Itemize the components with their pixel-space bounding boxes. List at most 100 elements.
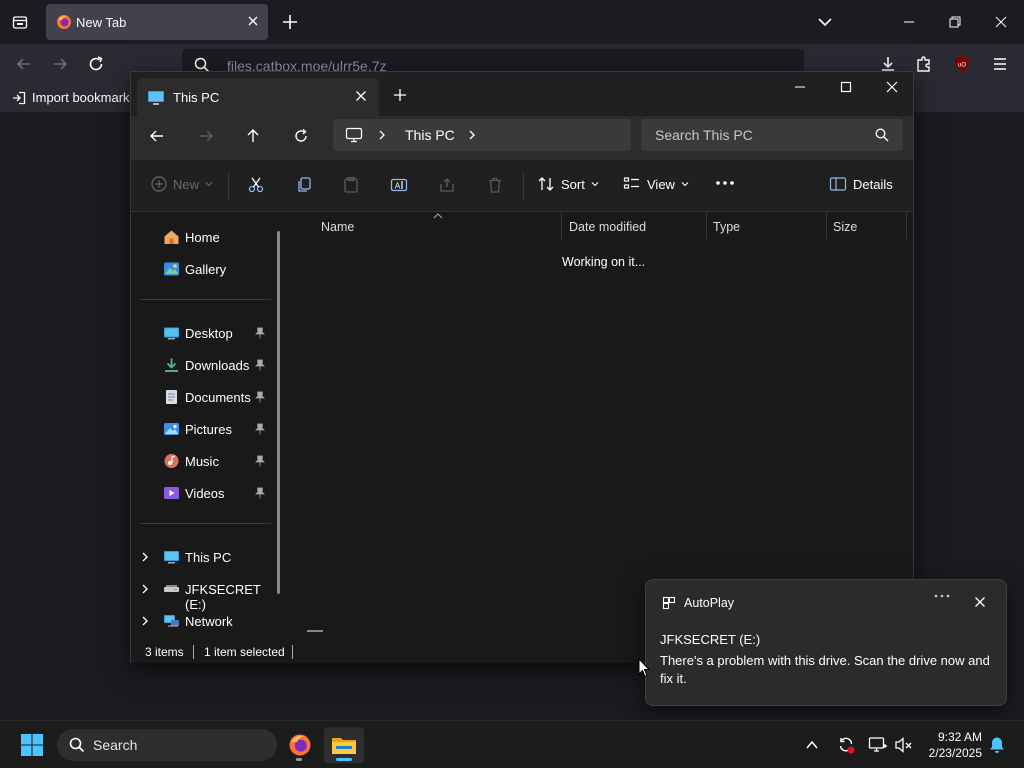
nav-item-label: Downloads [185, 358, 250, 373]
breadcrumb[interactable]: This PC [333, 119, 631, 151]
mouse-cursor-icon [638, 658, 650, 678]
autoplay-icon [662, 596, 676, 610]
nav-scrollbar[interactable] [277, 231, 280, 594]
column-header-size[interactable]: Size [833, 213, 857, 241]
column-header-date-modified[interactable]: Date modified [569, 213, 646, 241]
nav-item-videos[interactable]: Videos [131, 479, 281, 507]
horizontal-scrollbar[interactable] [307, 630, 323, 632]
column-divider[interactable] [561, 213, 562, 239]
start-button[interactable] [20, 733, 44, 757]
drive-icon [163, 581, 180, 597]
explorer-maximize-button[interactable] [823, 72, 869, 102]
back-button[interactable] [14, 54, 34, 74]
sort-label: Sort [561, 176, 585, 192]
close-icon[interactable] [355, 90, 367, 102]
share-button[interactable] [438, 176, 456, 194]
app-menu-button[interactable] [990, 54, 1010, 74]
explorer-close-button[interactable] [869, 72, 915, 102]
nav-item-jfksecret-drive[interactable]: JFKSECRET (E:) [131, 575, 281, 612]
firefox-view-icon [12, 16, 28, 29]
file-list-view: Name Date modified Type Size Working on … [289, 213, 913, 641]
search-icon [69, 737, 85, 753]
notification-close-button[interactable] [974, 596, 986, 608]
ublock-origin-button[interactable]: uO [952, 54, 972, 74]
network-icon [163, 613, 180, 629]
volume-muted-icon [895, 737, 912, 753]
extensions-button[interactable] [914, 54, 934, 74]
forward-button[interactable] [50, 54, 70, 74]
import-bookmarks-button[interactable]: Import bookmarks... [12, 90, 147, 105]
nav-item-label: Network [185, 614, 233, 629]
sync-status-button[interactable] [836, 735, 856, 755]
nav-item-label: Documents [185, 390, 251, 405]
rename-button[interactable]: A [390, 176, 408, 194]
taskbar-search-placeholder: Search [93, 737, 138, 753]
reload-button[interactable] [86, 54, 106, 74]
browser-restore-button[interactable] [932, 0, 978, 44]
explorer-title-bar: This PC [131, 72, 913, 116]
volume-button[interactable] [894, 735, 914, 755]
copy-button[interactable] [295, 176, 313, 194]
explorer-new-tab-button[interactable] [393, 88, 407, 102]
nav-item-home[interactable]: Home [131, 223, 281, 251]
column-divider[interactable] [706, 213, 707, 239]
taskbar-clock[interactable]: 9:32 AM 2/23/2025 [918, 729, 982, 761]
explorer-search-input[interactable]: Search This PC [641, 119, 903, 151]
nav-item-music[interactable]: Music [131, 447, 281, 475]
explorer-minimize-button[interactable] [777, 72, 823, 102]
new-button[interactable]: New [151, 176, 213, 192]
explorer-refresh-button[interactable] [293, 128, 309, 144]
pin-icon [255, 327, 265, 339]
notifications-button[interactable] [988, 736, 1006, 754]
firefox-view-button[interactable] [6, 8, 34, 36]
chevron-right-icon[interactable] [377, 129, 387, 141]
notification-more-button[interactable] [934, 594, 950, 598]
chevron-right-icon[interactable] [467, 129, 477, 141]
column-divider[interactable] [906, 213, 907, 239]
explorer-forward-button[interactable] [198, 128, 214, 144]
sort-button[interactable]: Sort [537, 176, 599, 192]
cut-button[interactable] [247, 176, 265, 194]
svg-text:uO: uO [958, 63, 966, 69]
nav-item-network[interactable]: Network [131, 607, 281, 635]
details-pane-button[interactable]: Details [829, 176, 893, 192]
chevron-right-icon[interactable] [141, 616, 149, 626]
chevron-right-icon[interactable] [141, 552, 149, 562]
paste-button[interactable] [342, 176, 360, 194]
nav-item-this-pc[interactable]: This PC [131, 543, 281, 571]
new-tab-button[interactable] [278, 10, 302, 34]
nav-item-desktop[interactable]: Desktop [131, 319, 281, 347]
browser-minimize-button[interactable] [886, 0, 932, 44]
nav-item-documents[interactable]: Documents [131, 383, 281, 411]
explorer-tab-this-pc[interactable]: This PC [137, 78, 379, 116]
view-button[interactable]: View [623, 176, 689, 192]
close-icon[interactable] [246, 14, 260, 28]
nav-item-gallery[interactable]: Gallery [131, 255, 281, 283]
autoplay-notification[interactable]: AutoPlay JFKSECRET (E:) There's a proble… [645, 579, 1007, 706]
column-divider[interactable] [826, 213, 827, 239]
pin-icon [255, 455, 265, 467]
browser-tab-new-tab[interactable]: New Tab [46, 4, 268, 40]
chevron-right-icon[interactable] [141, 584, 149, 594]
explorer-up-button[interactable] [245, 128, 261, 144]
delete-button[interactable] [486, 176, 504, 194]
plus-icon [283, 15, 297, 29]
show-hidden-icons-button[interactable] [804, 737, 820, 753]
nav-item-pictures[interactable]: Pictures [131, 415, 281, 443]
breadcrumb-this-pc[interactable]: This PC [405, 127, 455, 143]
chevron-down-icon [681, 182, 689, 187]
nav-item-downloads[interactable]: Downloads [131, 351, 281, 379]
explorer-back-button[interactable] [149, 128, 165, 144]
column-header-type[interactable]: Type [713, 213, 740, 241]
list-all-tabs-button[interactable] [816, 13, 834, 31]
arrow-left-icon [150, 130, 163, 142]
see-more-button[interactable] [715, 180, 735, 186]
taskbar-firefox[interactable] [280, 727, 320, 763]
browser-close-button[interactable] [978, 0, 1024, 44]
network-status-button[interactable] [868, 735, 888, 755]
column-header-name[interactable]: Name [321, 213, 354, 241]
trash-icon [489, 177, 501, 193]
taskbar-file-explorer[interactable] [324, 727, 364, 763]
taskbar-search-box[interactable]: Search [57, 729, 277, 761]
downloads-folder-icon [163, 357, 180, 373]
